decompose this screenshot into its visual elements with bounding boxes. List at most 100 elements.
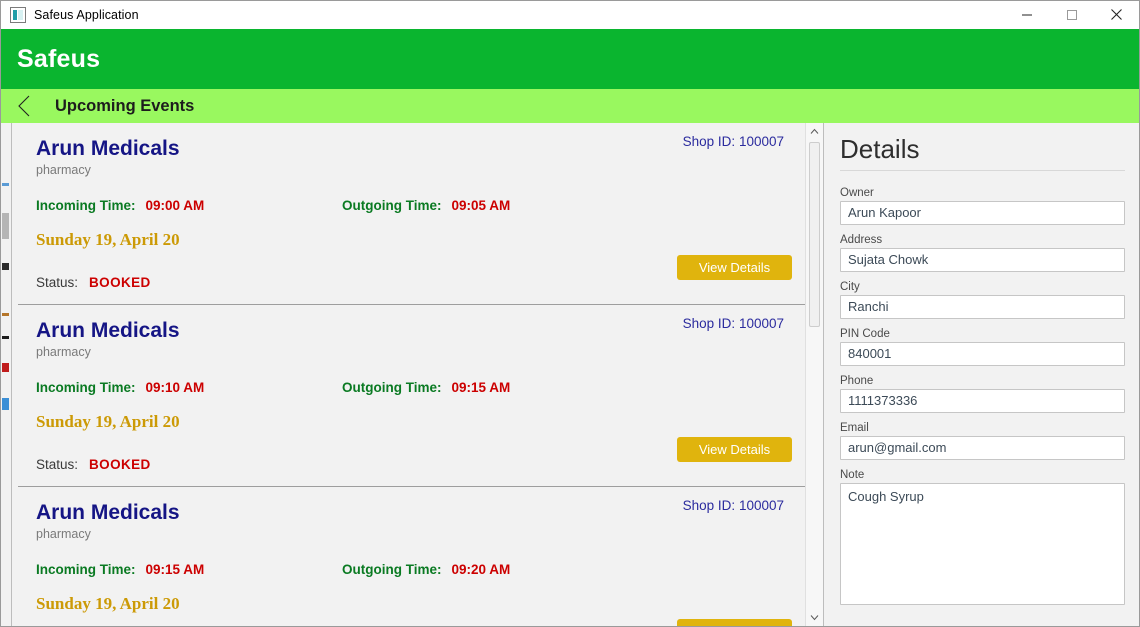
- window-controls: [1004, 1, 1139, 28]
- event-times: Incoming Time: 09:10 AM Outgoing Time: 0…: [36, 380, 790, 395]
- outgoing-time-value: 09:05 AM: [451, 198, 511, 214]
- pin-code-label: PIN Code: [840, 327, 890, 340]
- events-scrollbar[interactable]: [805, 123, 823, 626]
- incoming-time-block: Incoming Time: 09:15 AM: [36, 562, 342, 577]
- city-input[interactable]: [840, 294, 1125, 319]
- incoming-time-block: Incoming Time: 09:10 AM: [36, 380, 342, 395]
- shop-id: Shop ID: 100007: [683, 134, 784, 149]
- address-input[interactable]: [840, 247, 1125, 272]
- shop-id-label: Shop ID:: [682, 498, 736, 513]
- outgoing-time-block: Outgoing Time: 09:15 AM: [342, 380, 510, 395]
- incoming-time-value: 09:10 AM: [145, 380, 205, 396]
- rail-fragment: [2, 398, 9, 410]
- rail-fragment: [2, 263, 9, 270]
- status-badge: BOOKED: [89, 275, 151, 291]
- field-email: Email: [840, 422, 1125, 460]
- incoming-time-label: Incoming Time:: [36, 562, 136, 578]
- page-subheader: Upcoming Events: [1, 89, 1139, 123]
- field-city: City: [840, 281, 1125, 319]
- status-badge: BOOKED: [89, 457, 151, 473]
- incoming-time-label: Incoming Time:: [36, 380, 136, 396]
- event-date: Sunday 19, April 20: [36, 230, 180, 250]
- outgoing-time-value: 09:15 AM: [451, 380, 511, 396]
- shop-id-value: 100007: [738, 498, 784, 513]
- left-edge-rail: [1, 123, 12, 626]
- event-card[interactable]: Shop ID: 100007 Arun Medicals pharmacy I…: [18, 123, 806, 305]
- content-area: Shop ID: 100007 Arun Medicals pharmacy I…: [1, 123, 1139, 626]
- rail-fragment: [2, 183, 9, 186]
- shop-id-label: Shop ID:: [682, 316, 736, 331]
- address-label: Address: [840, 233, 883, 246]
- outgoing-time-label: Outgoing Time:: [342, 198, 442, 214]
- event-category: pharmacy: [36, 163, 91, 178]
- shop-id-value: 100007: [738, 316, 784, 331]
- field-pin-code: PIN Code: [840, 328, 1125, 366]
- field-owner: Owner: [840, 187, 1125, 225]
- field-note: Note: [840, 469, 1125, 610]
- details-divider: [840, 169, 1125, 171]
- field-address: Address: [840, 234, 1125, 272]
- shop-id: Shop ID: 100007: [683, 316, 784, 331]
- brand-bar: Safeus: [1, 29, 1139, 89]
- event-category: pharmacy: [36, 527, 91, 542]
- incoming-time-label: Incoming Time:: [36, 198, 136, 214]
- event-shop-name: Arun Medicals: [36, 501, 180, 524]
- app-tile-icon: [10, 6, 26, 23]
- view-details-button[interactable]: View Details: [677, 619, 792, 626]
- rail-fragment: [2, 313, 9, 316]
- incoming-time-value: 09:00 AM: [145, 198, 205, 214]
- chevron-down-icon[interactable]: [806, 609, 823, 626]
- event-times: Incoming Time: 09:15 AM Outgoing Time: 0…: [36, 562, 790, 577]
- view-details-button[interactable]: View Details: [677, 437, 792, 462]
- status-label: Status:: [36, 275, 79, 291]
- incoming-time-block: Incoming Time: 09:00 AM: [36, 198, 342, 213]
- event-shop-name: Arun Medicals: [36, 137, 180, 160]
- chevron-left-icon[interactable]: [7, 94, 41, 118]
- maximize-icon[interactable]: [1049, 1, 1094, 28]
- brand-title: Safeus: [17, 44, 101, 73]
- rail-fragment: [2, 363, 9, 372]
- rail-fragment: [2, 213, 9, 239]
- event-category: pharmacy: [36, 345, 91, 360]
- scrollbar-track[interactable]: [806, 140, 823, 609]
- event-card[interactable]: Shop ID: 100007 Arun Medicals pharmacy I…: [18, 487, 806, 626]
- note-label: Note: [840, 468, 865, 481]
- event-date: Sunday 19, April 20: [36, 594, 180, 614]
- email-input[interactable]: [840, 435, 1125, 460]
- phone-input[interactable]: [840, 388, 1125, 413]
- outgoing-time-value: 09:20 AM: [451, 562, 511, 578]
- event-card[interactable]: Shop ID: 100007 Arun Medicals pharmacy I…: [18, 305, 806, 487]
- status-label: Status:: [36, 457, 79, 473]
- scrollbar-thumb[interactable]: [809, 142, 820, 327]
- event-date: Sunday 19, April 20: [36, 412, 180, 432]
- page-title: Upcoming Events: [55, 96, 195, 115]
- field-phone: Phone: [840, 375, 1125, 413]
- event-times: Incoming Time: 09:00 AM Outgoing Time: 0…: [36, 198, 790, 213]
- city-label: City: [840, 280, 860, 293]
- minimize-icon[interactable]: [1004, 1, 1049, 28]
- view-details-button[interactable]: View Details: [677, 255, 792, 280]
- email-label: Email: [840, 421, 869, 434]
- incoming-time-value: 09:15 AM: [145, 562, 205, 578]
- details-panel: Details Owner Address City PIN Code Phon…: [824, 123, 1139, 626]
- window-title: Safeus Application: [34, 7, 139, 22]
- pin-code-input[interactable]: [840, 341, 1125, 366]
- shop-id: Shop ID: 100007: [683, 498, 784, 513]
- outgoing-time-block: Outgoing Time: 09:20 AM: [342, 562, 510, 577]
- shop-id-value: 100007: [738, 134, 784, 149]
- details-title: Details: [840, 134, 920, 164]
- chevron-up-icon[interactable]: [806, 123, 823, 140]
- events-list: Shop ID: 100007 Arun Medicals pharmacy I…: [12, 123, 806, 626]
- rail-fragment: [2, 336, 9, 339]
- owner-label: Owner: [840, 186, 874, 199]
- outgoing-time-label: Outgoing Time:: [342, 380, 442, 396]
- event-shop-name: Arun Medicals: [36, 319, 180, 342]
- note-textarea[interactable]: [840, 482, 1125, 605]
- title-bar: Safeus Application: [1, 1, 1139, 29]
- application-window: Safeus Application Safeus Upcoming Event…: [0, 0, 1140, 627]
- close-icon[interactable]: [1094, 1, 1139, 28]
- outgoing-time-block: Outgoing Time: 09:05 AM: [342, 198, 510, 213]
- shop-id-label: Shop ID:: [682, 134, 736, 149]
- owner-input[interactable]: [840, 200, 1125, 225]
- outgoing-time-label: Outgoing Time:: [342, 562, 442, 578]
